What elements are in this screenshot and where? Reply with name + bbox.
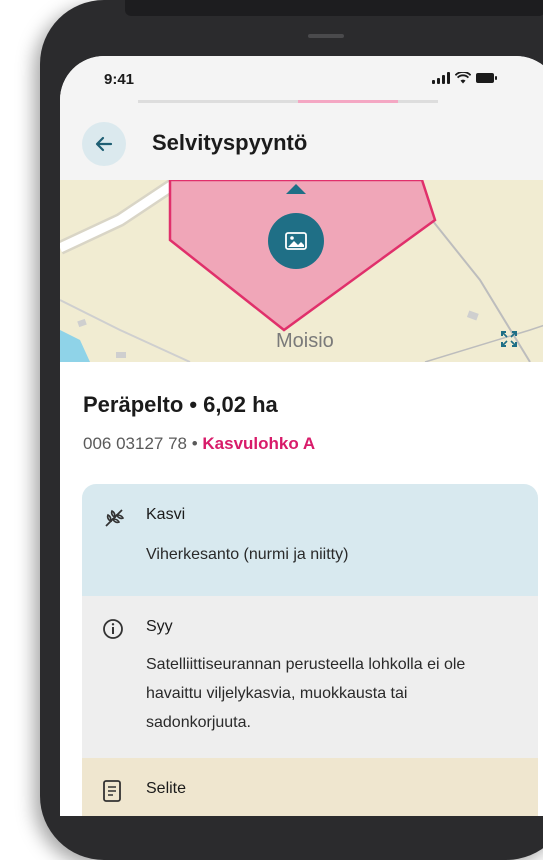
status-bar: 9:41	[60, 56, 543, 100]
page-title: Selvityspyyntö	[152, 130, 308, 155]
status-time: 9:41	[104, 71, 135, 88]
expand-icon[interactable]	[500, 330, 518, 353]
card-kasvi: Kasvi Viherkesanto (nurmi ja niitty)	[82, 484, 538, 596]
field-separator: •	[187, 434, 203, 453]
image-icon	[285, 232, 307, 250]
peek-line	[138, 100, 438, 103]
screen: 9:41 Selvityspyyntö Moisio Peräpelto • 6…	[60, 56, 543, 816]
document-icon	[102, 780, 122, 807]
card-syy-label: Syy	[146, 618, 173, 635]
card-syy-text: Satelliittiseurannan perusteella lohkoll…	[146, 656, 466, 731]
card-syy: Syy Satelliittiseurannan perusteella loh…	[82, 596, 538, 758]
info-icon	[102, 618, 124, 645]
card-kasvi-text: Viherkesanto (nurmi ja niitty)	[146, 546, 349, 563]
wifi-icon	[455, 72, 471, 84]
card-selite: Selite	[82, 758, 538, 816]
phone-top-band	[125, 0, 543, 16]
signal-icon	[432, 72, 450, 84]
crop-icon	[102, 506, 126, 535]
photo-marker-button[interactable]	[268, 213, 324, 269]
back-button[interactable]	[82, 122, 126, 166]
parcel-link[interactable]: Kasvulohko A	[202, 434, 315, 453]
card-kasvi-label: Kasvi	[146, 506, 186, 523]
status-icons	[432, 72, 498, 84]
map-view[interactable]: Moisio	[60, 180, 543, 362]
phone-speaker	[308, 34, 344, 38]
field-id: 006 03127 78	[83, 434, 187, 453]
field-name: Peräpelto • 6,02 ha	[83, 392, 278, 417]
field-subtitle: 006 03127 78 • Kasvulohko A	[83, 434, 315, 454]
battery-icon	[476, 72, 498, 84]
app-header: Selvityspyyntö	[60, 100, 543, 180]
map-place-label: Moisio	[276, 330, 334, 352]
arrow-left-icon	[95, 136, 113, 152]
card-selite-label: Selite	[146, 780, 187, 797]
